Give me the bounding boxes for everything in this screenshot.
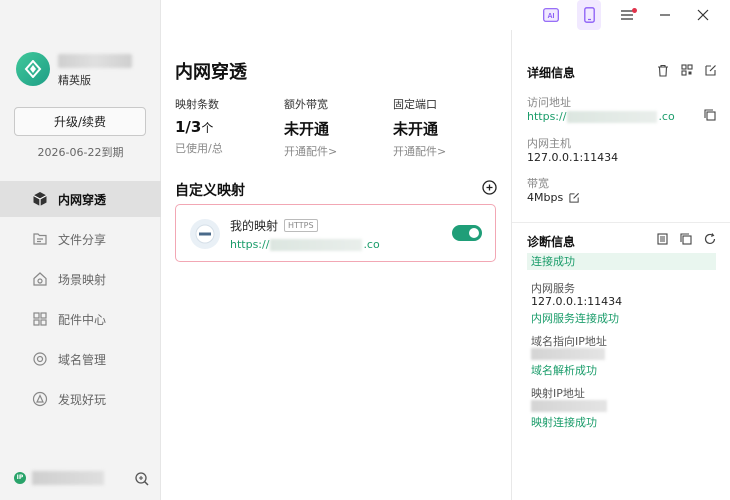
bandwidth-label: 带宽 — [527, 177, 549, 190]
minimize-icon — [660, 14, 670, 16]
upgrade-button[interactable]: 升级/续费 — [14, 107, 146, 136]
sidebar-item-scene-mapping[interactable]: 场景映射 — [0, 261, 161, 297]
stat-extra-bandwidth: 额外带宽 未开通 开通配件> — [284, 96, 337, 159]
access-address-value[interactable]: https://.co — [527, 110, 675, 123]
sidebar-item-accessory-center[interactable]: 配件中心 — [0, 301, 161, 337]
house-icon — [33, 272, 47, 286]
trash-icon[interactable] — [657, 64, 669, 77]
map-ip-label: 映射IP地址 — [531, 387, 585, 400]
sidebar-item-label: 配件中心 — [58, 312, 107, 327]
ip-address-blurred — [32, 471, 104, 485]
close-button[interactable] — [684, 0, 722, 30]
ollama-icon — [195, 224, 215, 244]
map-status: 映射连接成功 — [531, 416, 597, 429]
stat-mapping-count: 映射条数 1/3个 已使用/总 — [175, 96, 223, 156]
cube-icon — [33, 192, 47, 206]
close-icon — [697, 9, 709, 21]
mapping-name: 我的映射 HTTPS — [230, 217, 318, 234]
app-logo — [16, 52, 50, 86]
stat-sub: 已使用/总 — [175, 142, 223, 155]
stat-fixed-port: 固定端口 未开通 开通配件> — [393, 96, 446, 159]
refresh-icon[interactable] — [704, 233, 716, 245]
qrcode-icon[interactable] — [681, 64, 693, 76]
sidebar-item-label: 内网穿透 — [58, 192, 107, 207]
expire-date: 2026-06-22到期 — [37, 146, 124, 159]
diagnosis-actions — [657, 233, 716, 245]
ip-status: IP — [14, 471, 104, 485]
stat-value: 未开通 — [284, 120, 330, 138]
details-panel: 详细信息 访问地址 https://.co 内网主机 127.0.0.1:114… — [511, 30, 730, 500]
sidebar: 精英版 升级/续费 2026-06-22到期 内网穿透 文件分享 场景映射 配件… — [0, 0, 161, 500]
ai-label: AI — [548, 13, 555, 20]
connection-status: 连接成功 — [527, 253, 716, 270]
stat-value: 未开通 — [393, 120, 439, 138]
ai-icon: AI — [543, 8, 559, 22]
diagnosis-title: 诊断信息 — [527, 235, 576, 249]
globe-icon — [33, 352, 47, 366]
open-accessory-link[interactable]: 开通配件> — [284, 143, 337, 159]
mapping-toggle[interactable] — [452, 225, 482, 241]
domain-status: 域名解析成功 — [531, 364, 597, 377]
section-title: 自定义映射 — [175, 183, 245, 199]
bandwidth-value: 4Mbps — [527, 191, 580, 204]
sidebar-item-label: 发现好玩 — [58, 392, 107, 407]
edit-icon[interactable] — [705, 64, 717, 76]
stat-label: 映射条数 — [175, 98, 219, 111]
stat-label: 固定端口 — [393, 98, 437, 111]
sidebar-item-file-share[interactable]: 文件分享 — [0, 221, 161, 257]
edit-bandwidth-icon[interactable] — [569, 192, 580, 203]
stat-label: 额外带宽 — [284, 98, 328, 111]
title-bar: AI — [161, 0, 730, 30]
log-icon[interactable] — [657, 233, 668, 245]
details-actions — [657, 64, 717, 77]
domain-ip-label: 域名指向IP地址 — [531, 335, 607, 348]
notification-dot — [632, 8, 637, 13]
access-address-label: 访问地址 — [527, 96, 571, 109]
ai-button[interactable]: AI — [532, 0, 570, 30]
sidebar-item-domain-management[interactable]: 域名管理 — [0, 341, 161, 377]
compass-icon — [32, 391, 48, 407]
local-host-label: 内网主机 — [527, 137, 571, 150]
stat-value: 1/3个 — [175, 118, 214, 136]
copy-icon[interactable] — [704, 109, 716, 121]
phone-icon — [583, 7, 595, 23]
sidebar-item-label: 域名管理 — [58, 352, 107, 367]
zoom-icon[interactable] — [134, 471, 150, 487]
grid-icon — [33, 312, 47, 326]
minimize-button[interactable] — [646, 0, 684, 30]
username-blurred — [58, 54, 132, 68]
sidebar-nav: 内网穿透 文件分享 场景映射 配件中心 域名管理 发现好玩 — [0, 181, 161, 421]
sidebar-item-label: 场景映射 — [58, 272, 107, 287]
add-mapping-icon[interactable] — [482, 180, 497, 195]
service-logo — [190, 219, 220, 249]
details-title: 详细信息 — [527, 66, 576, 80]
page-title: 内网穿透 — [175, 62, 247, 83]
map-ip-blurred — [531, 400, 607, 412]
sidebar-item-label: 文件分享 — [58, 232, 107, 247]
sidebar-item-tunnel[interactable]: 内网穿透 — [0, 181, 161, 217]
divider — [512, 222, 730, 223]
protocol-badge: HTTPS — [284, 219, 318, 232]
menu-button[interactable] — [608, 0, 646, 30]
domain-ip-blurred — [531, 348, 605, 360]
ip-icon: IP — [14, 472, 26, 484]
service-value: 127.0.0.1:11434 — [531, 295, 623, 308]
mobile-button[interactable] — [577, 0, 601, 30]
mapping-card[interactable]: 我的映射 HTTPS https://.co — [175, 204, 496, 262]
service-status: 内网服务连接成功 — [531, 312, 619, 325]
copy-diagnosis-icon[interactable] — [680, 233, 692, 245]
service-label: 内网服务 — [531, 282, 575, 295]
local-host-value: 127.0.0.1:11434 — [527, 151, 619, 164]
mapping-url[interactable]: https://.co — [230, 238, 380, 251]
main-panel: 内网穿透 映射条数 1/3个 已使用/总 额外带宽 未开通 开通配件> 固定端口… — [161, 30, 511, 500]
sidebar-item-discover[interactable]: 发现好玩 — [0, 381, 161, 417]
edition-label: 精英版 — [58, 74, 91, 87]
folder-icon — [33, 233, 47, 245]
open-accessory-link[interactable]: 开通配件> — [393, 143, 446, 159]
